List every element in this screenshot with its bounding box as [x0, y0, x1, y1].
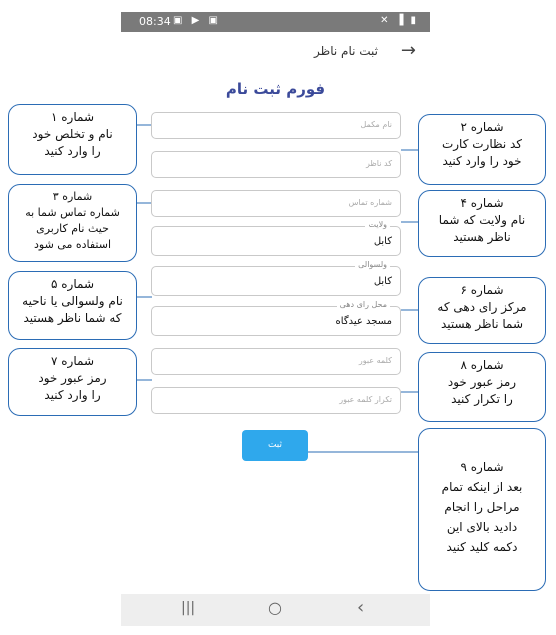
callout-3: شماره ۳ شماره تماس شما به حیث نام کاربری اس… — [8, 184, 137, 262]
callout-6: شماره ۶ مرکز رای دهی که شما ناظر هستید — [418, 277, 546, 344]
phone-placeholder: شماره تماس — [348, 198, 392, 207]
nav-back-icon[interactable]: ‹ — [357, 597, 364, 618]
province-label: ولایت — [365, 220, 390, 229]
district-value: کابل — [373, 276, 392, 287]
status-bar: 08:34 ▣ ▶ ▣ ✕ ▐ ▮ — [121, 12, 430, 32]
password-placeholder: کلمه عبور — [358, 356, 392, 365]
callout-7: شماره ۷ رمز عبور خود را وارد کنید — [8, 348, 137, 416]
callout-1: شماره ۱ نام و تخلص خود را وارد کنید — [8, 104, 137, 175]
district-label: ولسوالی — [355, 260, 390, 269]
phone-input[interactable]: شماره تماس — [151, 190, 401, 217]
polling-center-value: مسجد عیدگاه — [335, 316, 392, 327]
callout-5: شماره ۵ نام ولسوالی یا ناحیه که شما ناظر ه… — [8, 271, 137, 340]
full-name-placeholder: نام مکمل — [360, 120, 392, 129]
navigation-bar: ||| ○ ‹ — [121, 594, 430, 626]
notification-icons: ▣ ▶ ▣ — [173, 15, 221, 26]
district-select[interactable]: ولسوالی کابل — [151, 260, 401, 296]
form-title: فورم ثبت نام — [225, 80, 326, 98]
callout-9: شماره ۹ بعد از اینکه تمام مراحل را انجام دا… — [418, 428, 546, 591]
observer-code-input[interactable]: کد ناظر — [151, 151, 401, 178]
observer-code-placeholder: کد ناظر — [366, 159, 392, 168]
status-time: 08:34 — [139, 15, 171, 28]
callout-4: شماره ۴ نام ولایت که شما ناظر هستید — [418, 190, 546, 257]
recent-apps-icon[interactable]: ||| — [181, 600, 195, 616]
home-icon[interactable]: ○ — [268, 598, 282, 617]
confirm-password-input[interactable]: تکرار کلمه عبور — [151, 387, 401, 414]
polling-center-select[interactable]: محل رای دهی مسجد عیدگاه — [151, 300, 401, 336]
province-value: کابل — [373, 236, 392, 247]
callout-2: شماره ۲ کد نظارت کارت خود را وارد کنید — [418, 114, 546, 185]
province-select[interactable]: ولایت کابل — [151, 220, 401, 256]
app-bar: ثبت نام ناظر → — [121, 36, 430, 70]
full-name-input[interactable]: نام مکمل — [151, 112, 401, 139]
app-bar-title: ثبت نام ناظر — [314, 44, 378, 58]
confirm-password-placeholder: تکرار کلمه عبور — [339, 395, 392, 404]
password-input[interactable]: کلمه عبور — [151, 348, 401, 375]
callout-8: شماره ۸ رمز عبور خود را تکرار کنید — [418, 352, 546, 422]
submit-button[interactable]: ثبت — [242, 430, 308, 461]
arrow-back-icon[interactable]: → — [401, 40, 416, 61]
system-icons: ✕ ▐ ▮ — [380, 15, 418, 26]
polling-center-label: محل رای دهی — [336, 300, 390, 309]
